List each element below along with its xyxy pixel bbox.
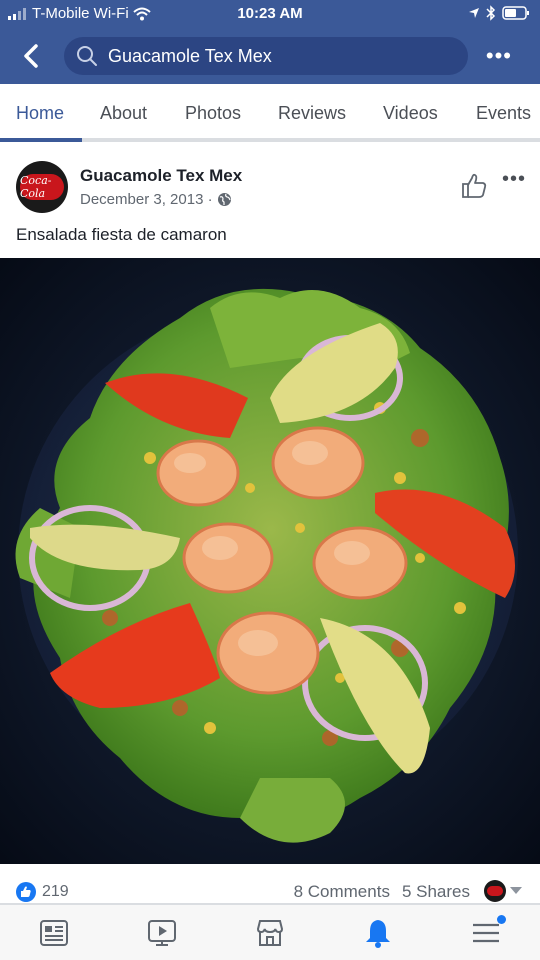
comments-count[interactable]: 8 Comments	[294, 882, 390, 902]
location-arrow-icon	[469, 8, 479, 18]
tab-events[interactable]: Events	[476, 103, 531, 124]
tab-videos[interactable]: Videos	[383, 103, 438, 124]
page-tabs: Home About Photos Reviews Videos Events	[0, 84, 540, 142]
post-text: Ensalada fiesta de camaron	[16, 225, 227, 244]
back-arrow-icon[interactable]	[18, 42, 46, 70]
post-meta: December 3, 2013 ·	[80, 191, 232, 208]
like-page-icon[interactable]	[460, 172, 488, 200]
status-right	[468, 5, 530, 21]
engagement-counts: 8 Comments 5 Shares	[294, 882, 470, 902]
more-options-icon[interactable]: •••	[486, 45, 512, 67]
search-icon	[77, 46, 97, 66]
tab-about[interactable]: About	[100, 103, 147, 124]
tab-home[interactable]: Home	[16, 103, 64, 124]
bluetooth-icon	[486, 5, 496, 21]
chevron-down-icon[interactable]	[510, 887, 522, 894]
post-date[interactable]: December 3, 2013 ·	[80, 191, 213, 208]
reaction-avatar[interactable]	[484, 880, 506, 902]
like-reaction-icon	[16, 882, 36, 902]
avatar-logo: Coca-Cola	[20, 174, 64, 200]
news-feed-icon[interactable]	[38, 917, 70, 949]
post-header: Coca-Cola Guacamole Tex Mex December 3, …	[0, 146, 540, 258]
globe-icon	[217, 193, 231, 206]
post-options-icon[interactable]: •••	[502, 168, 526, 191]
tab-photos[interactable]: Photos	[185, 103, 241, 124]
shares-count[interactable]: 5 Shares	[402, 882, 470, 902]
search-query: Guacamole Tex Mex	[108, 45, 272, 66]
salad-image	[0, 258, 540, 864]
search-input[interactable]: Guacamole Tex Mex	[64, 37, 468, 75]
watch-icon[interactable]	[146, 917, 178, 949]
tab-reviews[interactable]: Reviews	[278, 103, 346, 124]
like-count: 219	[42, 883, 69, 900]
notifications-icon[interactable]	[362, 917, 394, 949]
marketplace-icon[interactable]	[254, 917, 286, 949]
search-header: Guacamole Tex Mex •••	[0, 28, 540, 84]
post-page-name[interactable]: Guacamole Tex Mex	[80, 166, 242, 186]
status-time: 10:23 AM	[237, 5, 303, 22]
page-avatar[interactable]: Coca-Cola	[16, 161, 68, 213]
post-photo[interactable]	[0, 258, 540, 864]
bottom-navigation	[0, 904, 540, 960]
active-tab-indicator	[0, 138, 82, 142]
reaction-summary[interactable]: 219	[16, 882, 69, 902]
status-bar: T-Mobile Wi-Fi 10:23 AM	[0, 0, 540, 28]
battery-icon	[502, 6, 529, 20]
menu-badge	[497, 915, 506, 924]
post-footer: 219 8 Comments 5 Shares	[0, 864, 540, 904]
